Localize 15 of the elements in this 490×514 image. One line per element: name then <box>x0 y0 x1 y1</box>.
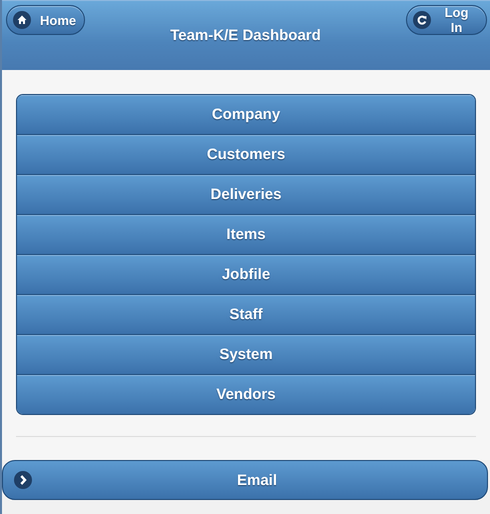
home-icon <box>13 11 31 29</box>
menu-item[interactable]: Jobfile <box>17 254 475 294</box>
menu-item[interactable]: Items <box>17 214 475 254</box>
menu-item[interactable]: System <box>17 334 475 374</box>
menu-item[interactable]: Staff <box>17 294 475 334</box>
menu-item[interactable]: Customers <box>17 134 475 174</box>
email-button[interactable]: Email <box>2 460 488 500</box>
login-button[interactable]: Log In <box>406 5 487 35</box>
refresh-icon <box>413 11 431 29</box>
menu-item[interactable]: Deliveries <box>17 174 475 214</box>
page-title: Team-K/E Dashboard <box>170 27 321 44</box>
home-button[interactable]: Home <box>6 5 85 35</box>
menu-item[interactable]: Company <box>17 95 475 134</box>
menu-item[interactable]: Vendors <box>17 374 475 414</box>
chevron-right-icon <box>14 471 32 489</box>
